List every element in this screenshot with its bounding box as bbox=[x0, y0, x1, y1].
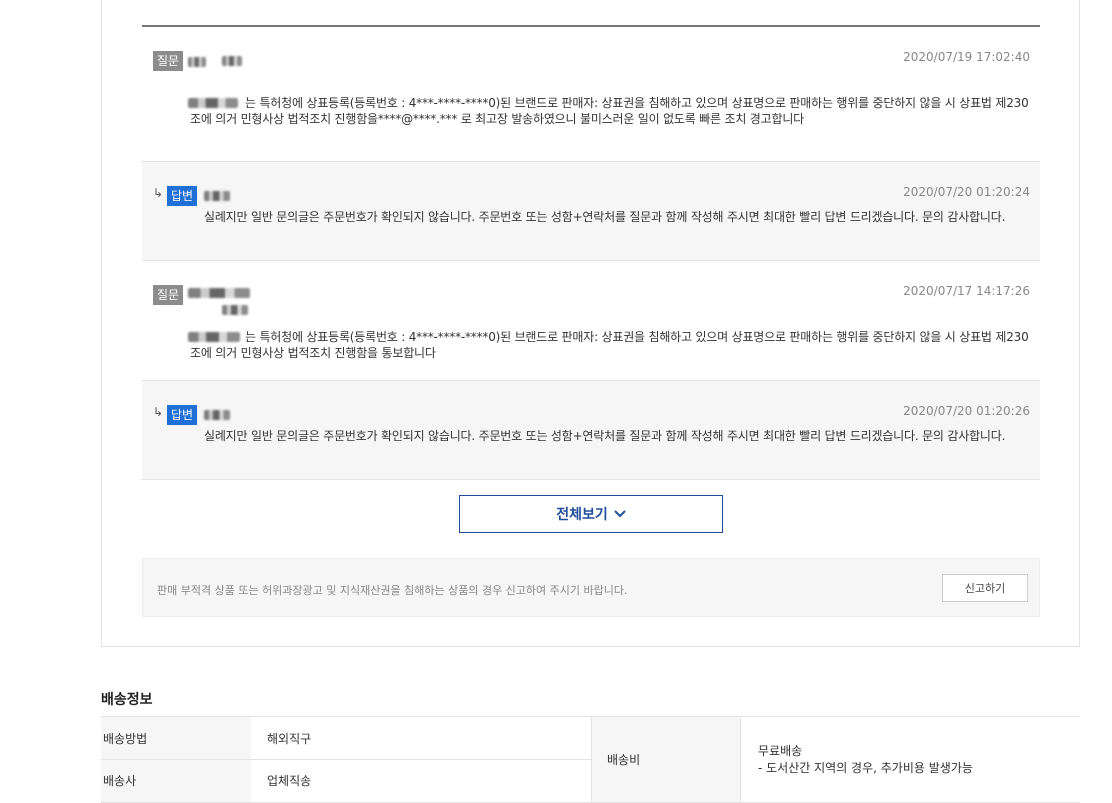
answer-badge: 답변 bbox=[167, 186, 198, 206]
shipping-method-label: 배송방법 bbox=[103, 732, 148, 746]
qna-list: 질문 2020/07/19 17:02:40 는 특허청에 상표등록(등록번호 … bbox=[142, 27, 1040, 480]
view-all-button[interactable]: 전체보기 bbox=[459, 495, 723, 533]
shipping-carrier-label: 배송사 bbox=[103, 774, 137, 788]
question-date: 2020/07/17 14:17:26 bbox=[903, 284, 1030, 298]
reply-arrow-icon: ↳ bbox=[153, 186, 164, 200]
shipping-fee-label: 배송비 bbox=[607, 753, 641, 767]
blurred-author bbox=[188, 57, 206, 67]
blurred-author bbox=[204, 191, 230, 201]
question-badge: 질문 bbox=[153, 285, 184, 305]
shipping-fee-value: 무료배송 bbox=[758, 744, 803, 758]
answer-date: 2020/07/20 01:20:26 bbox=[903, 404, 1030, 418]
table-divider bbox=[101, 759, 591, 760]
table-divider bbox=[740, 717, 741, 803]
shipping-fee-note: - 도서산간 지역의 경우, 추가비용 발생가능 bbox=[758, 761, 973, 775]
answer-text: 실례지만 일반 문의글은 주문번호가 확인되지 않습니다. 주문번호 또는 성함… bbox=[204, 429, 1006, 443]
report-button[interactable]: 신고하기 bbox=[942, 574, 1028, 602]
shipping-carrier-value: 업체직송 bbox=[267, 774, 312, 788]
question-text: 는 특허청에 상표등록(등록번호 : 4***-****-****0)된 브랜드… bbox=[190, 330, 1029, 360]
view-all-label: 전체보기 bbox=[556, 507, 608, 523]
question-item[interactable]: 질문 2020/07/19 17:02:40 는 특허청에 상표등록(등록번호 … bbox=[142, 27, 1040, 162]
answer-text: 실례지만 일반 문의글은 주문번호가 확인되지 않습니다. 주문번호 또는 성함… bbox=[204, 210, 1006, 224]
question-badge: 질문 bbox=[153, 51, 184, 71]
report-notice-text: 판매 부적격 상품 또는 허위과장광고 및 지식재산권을 침해하는 상품의 경우… bbox=[157, 584, 628, 597]
blurred-author bbox=[188, 288, 250, 298]
question-item[interactable]: 질문 2020/07/17 14:17:26 는 특허청에 상표등록(등록번호 … bbox=[142, 261, 1040, 381]
question-text: 는 특허청에 상표등록(등록번호 : 4***-****-****0)된 브랜드… bbox=[190, 96, 1029, 126]
blurred-author bbox=[222, 305, 248, 315]
report-notice: 판매 부적격 상품 또는 허위과장광고 및 지식재산권을 침해하는 상품의 경우… bbox=[142, 558, 1040, 617]
blurred-author bbox=[204, 410, 230, 420]
shipping-table: 배송방법 해외직구 배송사 업체직송 배송비 무료배송 - 도서산간 지역의 경… bbox=[101, 716, 1080, 803]
answer-date: 2020/07/20 01:20:24 bbox=[903, 185, 1030, 199]
shipping-title: 배송정보 bbox=[101, 692, 153, 708]
answer-item: ↳ 답변 2020/07/20 01:20:24 실례지만 일반 문의글은 주문… bbox=[142, 162, 1040, 261]
answer-badge: 답변 bbox=[167, 405, 198, 425]
table-divider bbox=[591, 717, 592, 803]
shipping-method-value: 해외직구 bbox=[267, 732, 312, 746]
reply-arrow-icon: ↳ bbox=[153, 405, 164, 419]
chevron-down-icon bbox=[614, 510, 626, 518]
answer-item: ↳ 답변 2020/07/20 01:20:26 실례지만 일반 문의글은 주문… bbox=[142, 381, 1040, 480]
blurred-author bbox=[222, 56, 242, 66]
question-date: 2020/07/19 17:02:40 bbox=[903, 50, 1030, 64]
